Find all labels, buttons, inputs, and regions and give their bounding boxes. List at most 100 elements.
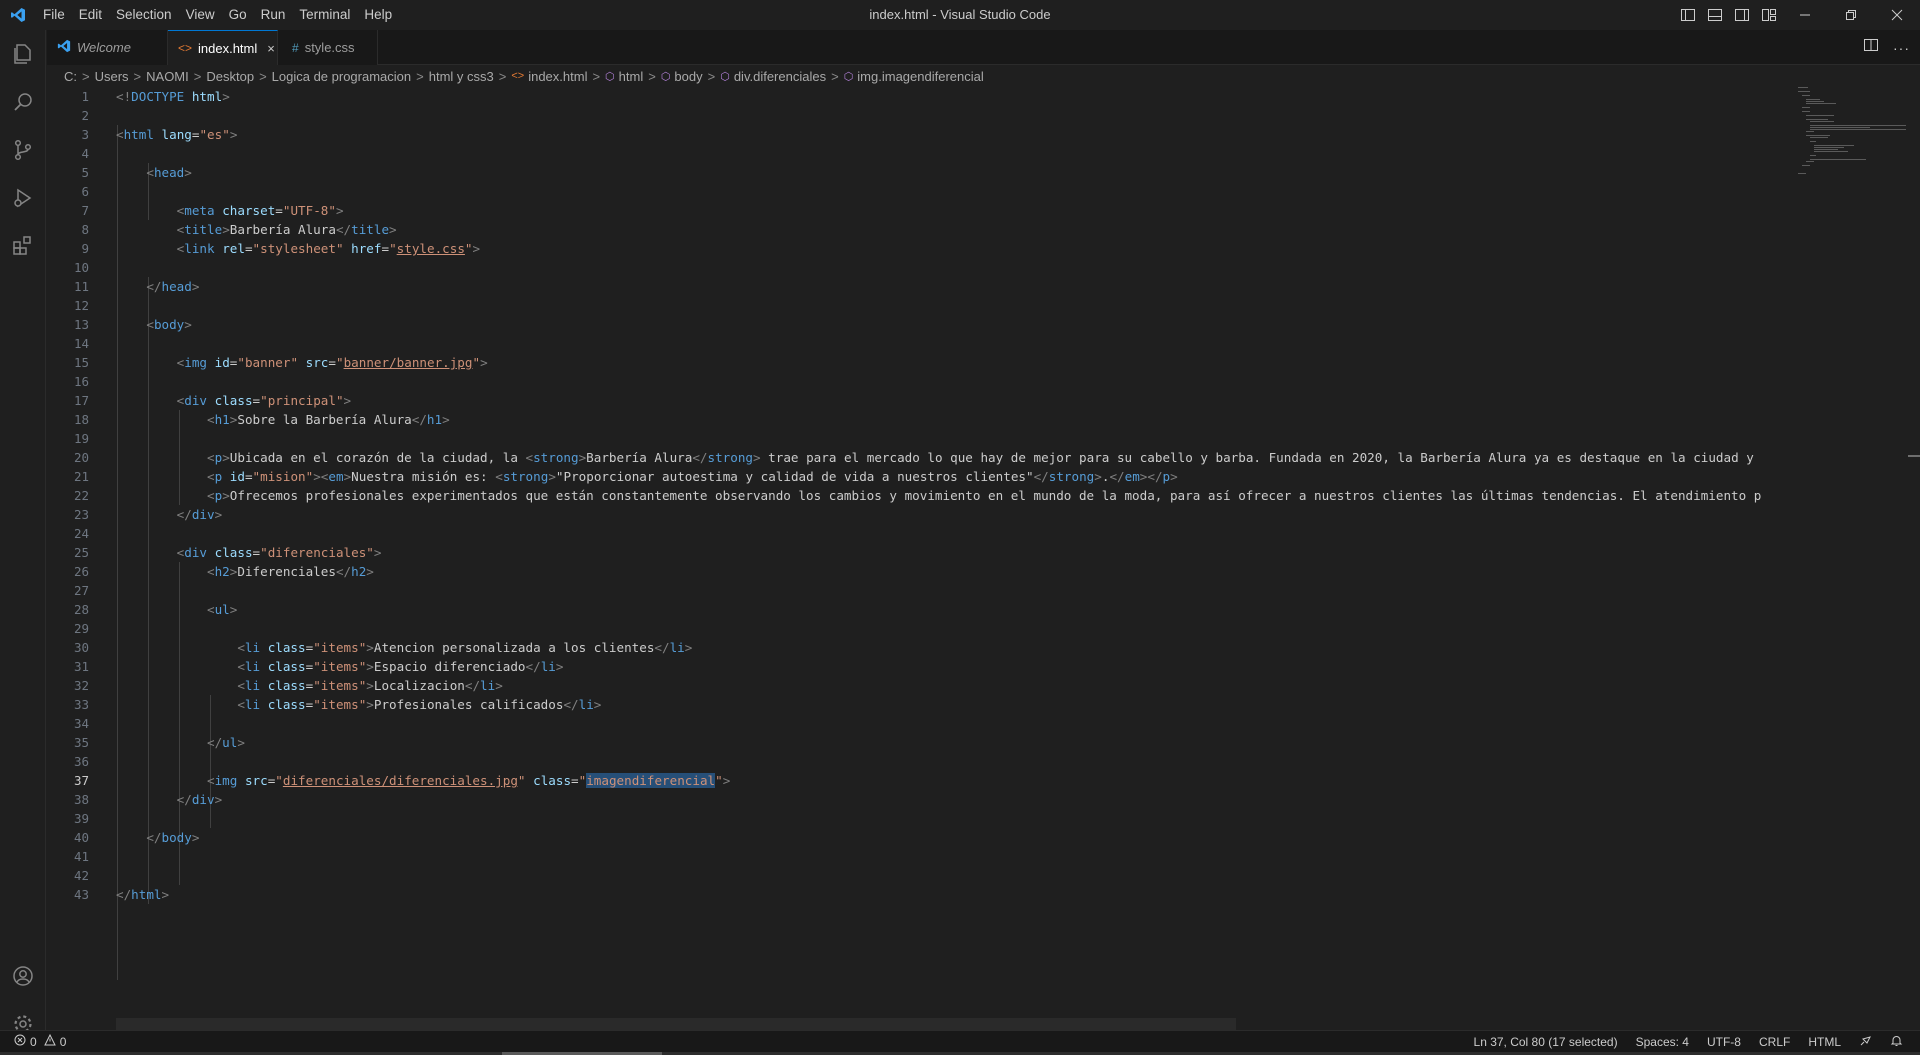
customize-layout-icon[interactable] (1755, 0, 1782, 30)
close-icon[interactable]: × (267, 41, 275, 56)
menu-go[interactable]: Go (222, 0, 254, 30)
code-line: <link rel="stylesheet" href="style.css"> (176, 241, 481, 256)
breadcrumb-item[interactable]: Desktop (206, 69, 254, 84)
vertical-scrollbar[interactable] (1906, 87, 1920, 1027)
minimap[interactable] (1796, 87, 1906, 287)
code-line: <head> (146, 165, 192, 180)
tab-welcome[interactable]: Welcome (47, 30, 168, 65)
code-line: </body> (146, 830, 200, 845)
notifications-bell-icon[interactable] (1881, 1034, 1912, 1050)
toggle-secondary-sidebar-icon[interactable] (1728, 0, 1755, 30)
line-number: 29 (73, 621, 89, 636)
line-number: 33 (73, 697, 89, 712)
menu-edit[interactable]: Edit (72, 0, 109, 30)
breadcrumb-item[interactable]: img.imagendiferencial (857, 69, 983, 84)
tab-style-css[interactable]: # style.css (278, 30, 378, 65)
line-number: 25 (73, 545, 89, 560)
line-number: 2 (81, 108, 89, 123)
search-icon[interactable] (0, 78, 46, 126)
code-line: <img id="banner" src="banner/banner.jpg"… (176, 355, 488, 370)
breadcrumb-item[interactable]: html (619, 69, 644, 84)
restore-icon[interactable] (1828, 0, 1874, 30)
breadcrumb-item[interactable]: div.diferenciales (734, 69, 826, 84)
menu-file[interactable]: File (36, 0, 72, 30)
problems-indicator[interactable]: 0 0 (0, 1033, 66, 1049)
close-window-icon[interactable] (1874, 0, 1920, 30)
line-number: 37 (73, 773, 89, 788)
toggle-primary-sidebar-icon[interactable] (1674, 0, 1701, 30)
line-number: 26 (73, 564, 89, 579)
code-line: <p>Ofrecemos profesionales experimentado… (207, 488, 1762, 503)
breadcrumb-item[interactable]: NAOMI (146, 69, 189, 84)
accounts-icon[interactable] (0, 952, 46, 1000)
line-number: 3 (81, 127, 89, 142)
breadcrumb-item[interactable]: html y css3 (429, 69, 494, 84)
extensions-icon[interactable] (0, 222, 46, 270)
menu-selection[interactable]: Selection (109, 0, 179, 30)
cursor-position[interactable]: Ln 37, Col 80 (17 selected) (1465, 1035, 1627, 1049)
run-debug-icon[interactable] (0, 174, 46, 222)
line-number: 8 (81, 222, 89, 237)
line-number: 10 (73, 260, 89, 275)
line-number: 20 (73, 450, 89, 465)
code-line: <p>Ubicada en el corazón de la ciudad, l… (207, 450, 1754, 465)
menu-help[interactable]: Help (357, 0, 399, 30)
editor-tabs: Welcome <> index.html × # style.css ··· (47, 30, 1920, 65)
line-number: 35 (73, 735, 89, 750)
vscode-icon (57, 39, 71, 56)
end-of-line[interactable]: CRLF (1750, 1035, 1799, 1049)
html-icon: <> (511, 70, 525, 82)
code-content[interactable]: <!DOCTYPE html> <html lang="es"> <head> … (116, 87, 1831, 904)
menu-terminal[interactable]: Terminal (292, 0, 357, 30)
line-number: 18 (73, 412, 89, 427)
line-number: 41 (73, 849, 89, 864)
breadcrumb-item[interactable]: C: (64, 69, 77, 84)
element-icon: ⬡ (660, 70, 671, 83)
menu-run[interactable]: Run (254, 0, 293, 30)
warning-icon (43, 1033, 56, 1049)
indentation[interactable]: Spaces: 4 (1627, 1035, 1698, 1049)
split-editor-icon[interactable] (1863, 37, 1879, 58)
code-editor[interactable]: 1 2 3 4 5 6 7 8 9 10 11 12 13 14 15 16 17 18 19 20 21 22 23 24 2… (47, 87, 1920, 1045)
source-control-icon[interactable] (0, 126, 46, 174)
line-number: 43 (73, 887, 89, 902)
feedback-icon[interactable] (1850, 1034, 1881, 1050)
toggle-panel-icon[interactable] (1701, 0, 1728, 30)
breadcrumb-item[interactable]: Users (95, 69, 129, 84)
encoding[interactable]: UTF-8 (1698, 1035, 1750, 1049)
code-line: <div class="principal"> (176, 393, 352, 408)
tab-index-html[interactable]: <> index.html × (168, 30, 278, 65)
line-number: 4 (81, 146, 89, 161)
menu-view[interactable]: View (179, 0, 222, 30)
code-line: <div class="diferenciales"> (176, 545, 382, 560)
breadcrumb-item[interactable]: body (674, 69, 702, 84)
line-numbers-gutter: 1 2 3 4 5 6 7 8 9 10 11 12 13 14 15 16 17 18 19 20 21 22 23 24 2… (47, 87, 117, 904)
line-number: 9 (81, 241, 89, 256)
line-number: 12 (73, 298, 89, 313)
line-number: 34 (73, 716, 89, 731)
minimize-icon[interactable] (1782, 0, 1828, 30)
breadcrumb-item[interactable]: index.html (528, 69, 587, 84)
breadcrumb-item[interactable]: Logica de programacion (272, 69, 411, 84)
html-icon: <> (178, 41, 193, 55)
horizontal-scrollbar[interactable] (116, 1018, 1236, 1030)
line-number: 28 (73, 602, 89, 617)
line-number: 38 (73, 792, 89, 807)
line-number: 27 (73, 583, 89, 598)
line-number: 15 (73, 355, 89, 370)
more-actions-icon[interactable]: ··· (1893, 40, 1910, 56)
language-mode[interactable]: HTML (1799, 1035, 1850, 1049)
explorer-icon[interactable] (0, 30, 46, 78)
line-number: 1 (81, 89, 89, 104)
code-line: <h2>Diferenciales</h2> (207, 564, 374, 579)
menu-bar: File Edit Selection View Go Run Terminal… (36, 0, 399, 30)
